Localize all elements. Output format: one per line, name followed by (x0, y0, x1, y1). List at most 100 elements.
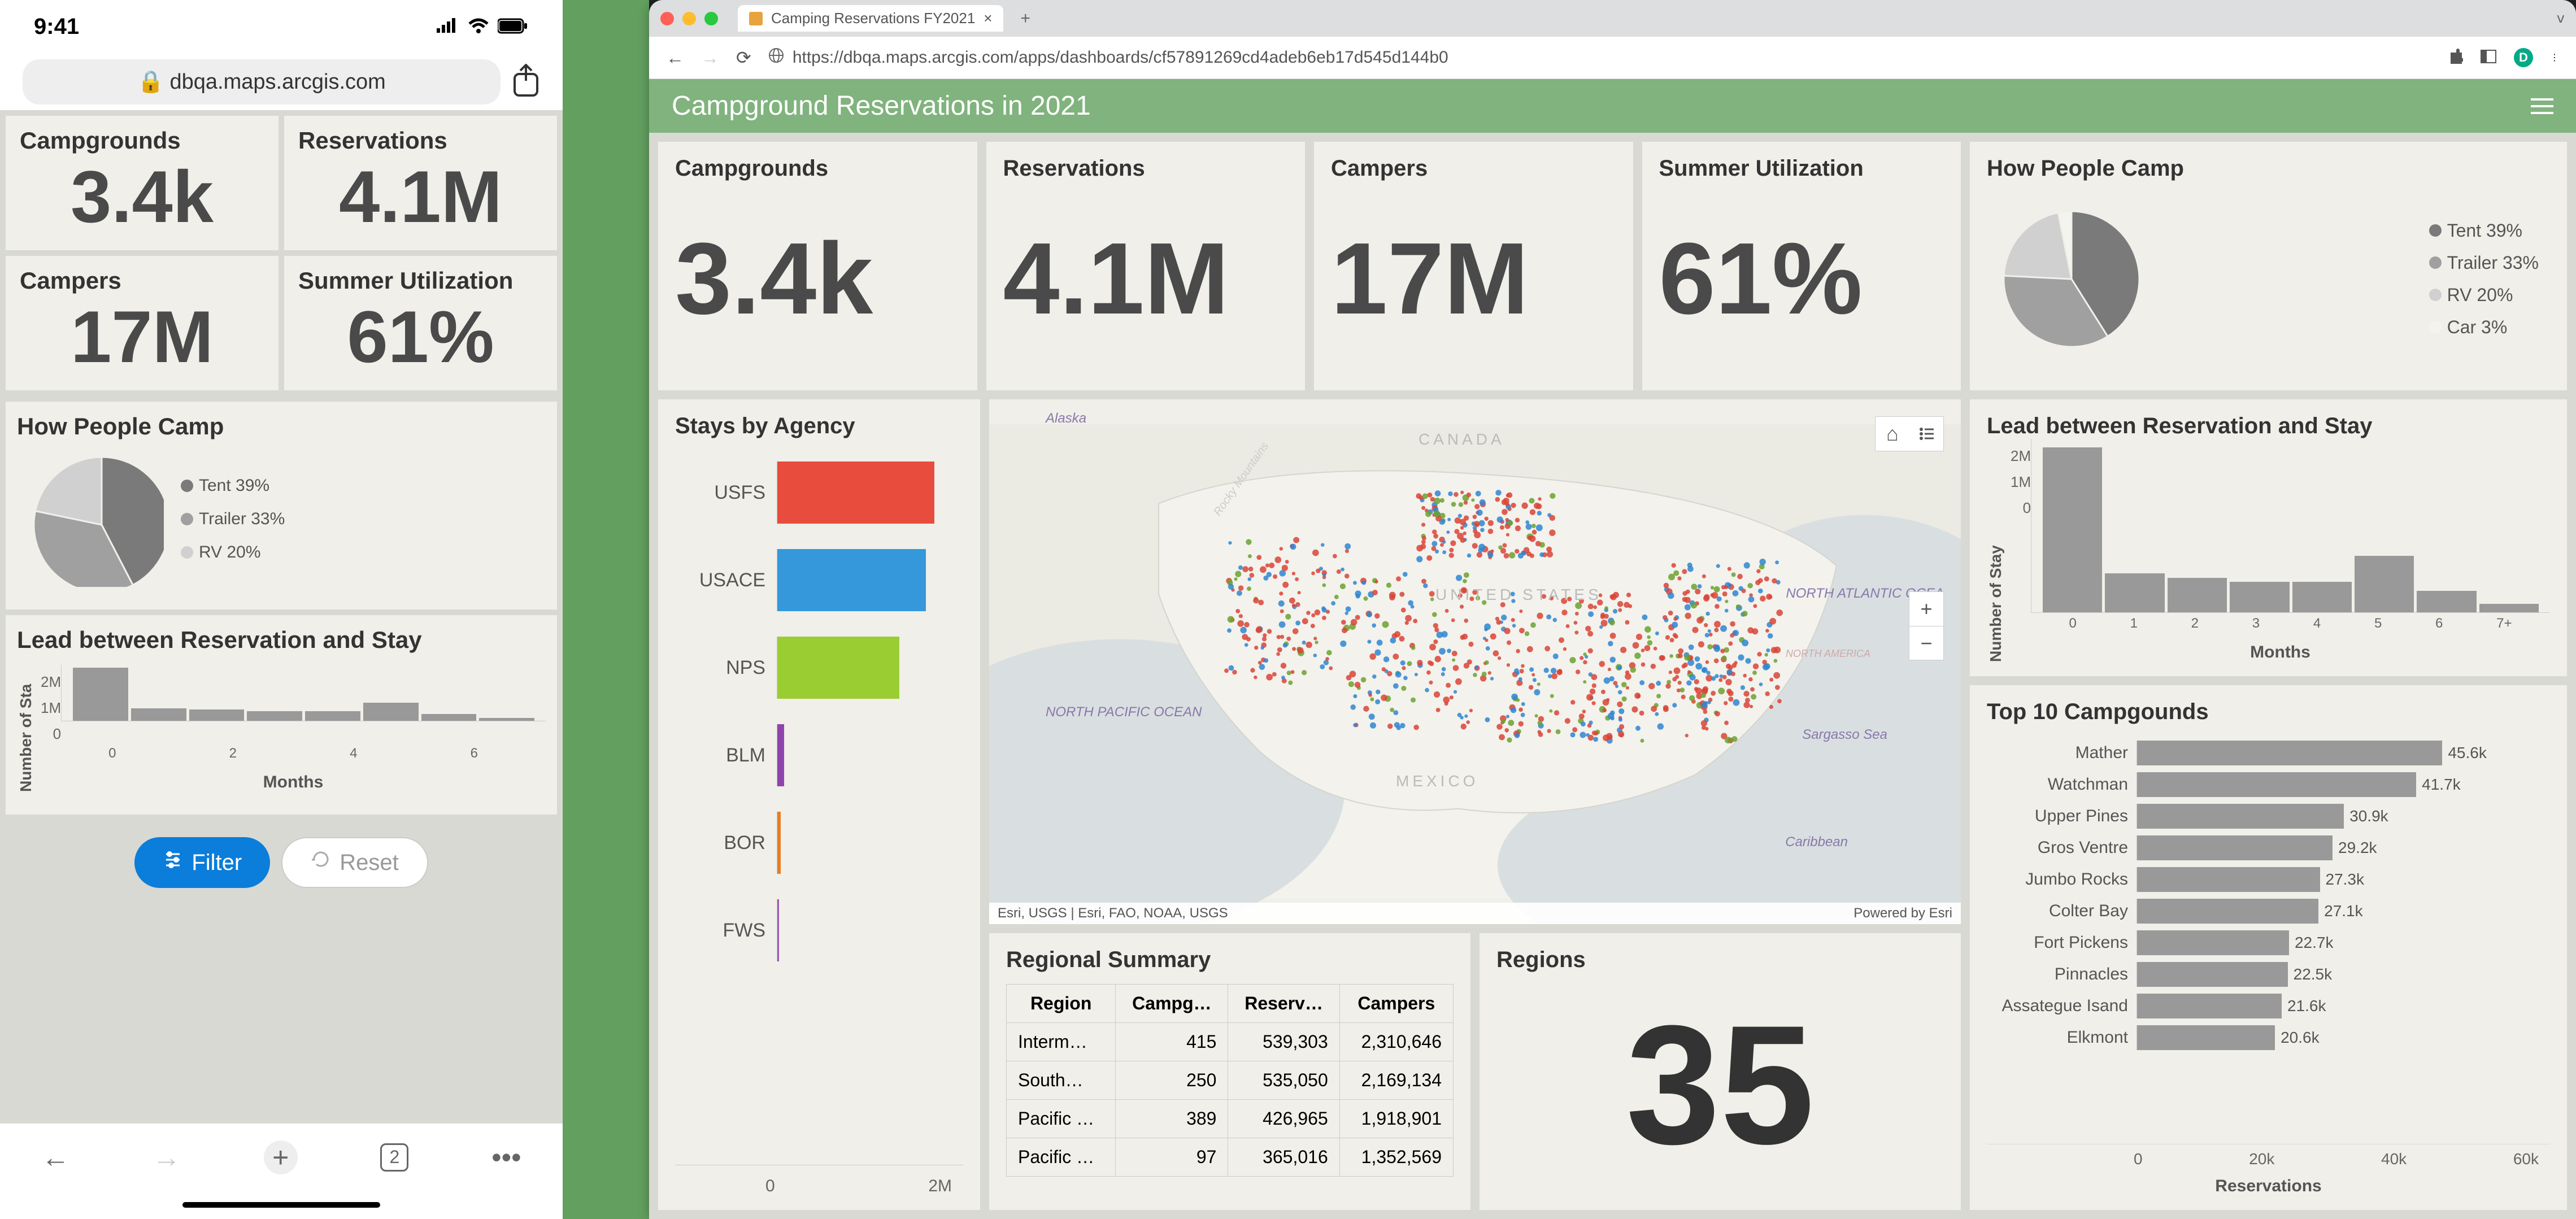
table-row[interactable]: South…250535,0502,169,134 (1007, 1061, 1454, 1100)
side-panel-icon[interactable] (2480, 48, 2497, 68)
card-title: Campgrounds (675, 156, 960, 181)
agency-bar-row: BOR (686, 812, 952, 874)
lead-xaxis: 01234567+ (2031, 613, 2550, 634)
browser-tab-strip: Camping Reservations FY2021 × + ⅴ (649, 0, 2576, 37)
map-label-usa: UNITED STATES (1435, 586, 1602, 604)
mobile-url-field[interactable]: 🔒 dbqa.maps.arcgis.com (23, 59, 501, 105)
map-legend-icon[interactable] (1909, 417, 1943, 451)
zoom-in-icon[interactable]: + (1909, 592, 1943, 626)
top10-bar-row: Assategue Isand21.6k (1987, 992, 2539, 1020)
tab-close-icon[interactable]: × (984, 10, 992, 27)
top10-bar-row: Mather45.6k (1987, 739, 2539, 767)
card-title: Regions (1496, 947, 1944, 973)
browser-address-bar: ← → ⟳ https://dbqa.maps.arcgis.com/apps/… (649, 37, 2576, 79)
back-icon[interactable]: ← (41, 1141, 69, 1174)
agency-bars: USFSUSACENPSBLMBORFWS (675, 439, 963, 1165)
how-people-camp-card: How People Camp Tent 39%Trailer 33%RV 20… (1970, 142, 2567, 390)
top10-bar-row: Elkmont20.6k (1987, 1024, 2539, 1052)
card-title: How People Camp (1987, 156, 2550, 181)
card-value: 17M (20, 294, 264, 379)
summer-util-card: Summer Utilization 61% (1642, 142, 1961, 390)
card-value: 3.4k (20, 154, 264, 239)
agency-bar-row: FWS (686, 899, 952, 961)
mobile-bottom-nav: ← → + 2 ••• (0, 1123, 563, 1191)
reset-icon (311, 850, 331, 876)
new-tab-icon[interactable]: + (264, 1140, 298, 1174)
lead-xlabel: Months (2011, 634, 2550, 662)
card-title: Campers (1331, 156, 1616, 181)
card-title: Campers (20, 267, 264, 294)
regions-card: Regions 35 (1480, 933, 1961, 1210)
metrics-row: Campgrounds 3.4k Reservations 4.1M Campe… (658, 142, 1961, 390)
window-maximize-button[interactable] (704, 12, 718, 25)
tab-favicon (749, 12, 763, 25)
agency-bar-row: USFS (686, 462, 952, 524)
card-title: Regional Summary (1006, 947, 1454, 973)
lead-card: Lead between Reservation and Stay Number… (1970, 399, 2567, 676)
chevron-down-icon[interactable]: ⅴ (2557, 10, 2565, 27)
top10-xaxis: 020k40k60k (1987, 1144, 2550, 1168)
signal-icon (437, 14, 459, 40)
dashboard: Campground Reservations in 2021 Campgrou… (649, 79, 2576, 1219)
mobile-dashboard: Campgrounds 3.4k Reservations 4.1M Campe… (0, 110, 563, 1123)
share-icon[interactable] (512, 64, 540, 101)
card-value: 17M (1331, 181, 1616, 376)
agency-bar-row: BLM (686, 724, 952, 786)
window-close-button[interactable] (660, 12, 674, 25)
globe-icon (768, 47, 784, 68)
battery-icon (498, 14, 529, 40)
card-value: 4.1M (298, 154, 543, 239)
forward-icon[interactable]: → (153, 1141, 181, 1174)
reload-icon[interactable]: ⟳ (736, 47, 751, 68)
table-row[interactable]: Pacific …389426,9651,918,901 (1007, 1100, 1454, 1138)
mobile-lead-card: Lead between Reservation and Stay Number… (6, 615, 557, 815)
tabs-icon[interactable]: 2 (380, 1143, 408, 1172)
card-value: 3.4k (675, 181, 960, 376)
forward-icon[interactable]: → (701, 47, 719, 68)
card-title: Reservations (298, 127, 543, 154)
avatar[interactable]: D (2514, 48, 2533, 67)
legend-item: RV 20% (181, 543, 285, 562)
table-row[interactable]: Pacific …97365,0161,352,569 (1007, 1138, 1454, 1177)
browser-tab[interactable]: Camping Reservations FY2021 × (738, 5, 1003, 32)
top10-bars: Mather45.6kWatchman41.7kUpper Pines30.9k… (1987, 725, 2550, 1144)
card-value: 61% (1659, 181, 1944, 376)
filter-label: Filter (192, 850, 242, 876)
map-card[interactable]: CANADA UNITED STATES MEXICO Alaska NORTH… (989, 399, 1961, 924)
url-field[interactable]: https://dbqa.maps.arcgis.com/apps/dashbo… (768, 47, 2429, 68)
status-time: 9:41 (34, 14, 79, 40)
pie-chart (1998, 206, 2145, 352)
mobile-summer-util-card: Summer Utilization 61% (284, 256, 557, 390)
mobile-lead-xaxis: 0246 (41, 743, 546, 764)
map-attribution: Esri, USGS | Esri, FAO, NOAA, USGS Power… (989, 903, 1961, 924)
new-tab-button[interactable]: + (1020, 9, 1030, 28)
card-title: Summer Utilization (298, 267, 543, 294)
mobile-campers-card: Campers 17M (6, 256, 279, 390)
filter-button[interactable]: Filter (134, 837, 270, 888)
top10-xlabel: Reservations (1987, 1168, 2550, 1196)
mobile-lead-bars (61, 665, 546, 721)
mobile-reservations-card: Reservations 4.1M (284, 116, 557, 250)
status-icons (437, 14, 529, 40)
reset-button[interactable]: Reset (281, 837, 428, 888)
mobile-url-text: dbqa.maps.arcgis.com (170, 70, 386, 94)
lock-icon: 🔒 (137, 69, 164, 94)
map-home-icon[interactable]: ⌂ (1876, 417, 1909, 451)
zoom-out-icon[interactable]: − (1909, 626, 1943, 660)
card-title: How People Camp (17, 413, 546, 440)
mobile-lead-xlabel: Months (41, 764, 546, 792)
extensions-icon[interactable] (2446, 48, 2463, 68)
hamburger-icon[interactable] (2531, 98, 2553, 114)
url-text: https://dbqa.maps.arcgis.com/apps/dashbo… (793, 48, 1448, 67)
kebab-icon[interactable]: ⋮ (2550, 52, 2559, 63)
regional-summary-table[interactable]: RegionCampg…Reserv…Campers Interm…415539… (1006, 984, 1454, 1177)
more-icon[interactable]: ••• (491, 1141, 521, 1174)
desktop-browser-window: Camping Reservations FY2021 × + ⅴ ← → ⟳ … (649, 0, 2576, 1219)
top10-bar-row: Fort Pickens22.7k (1987, 929, 2539, 957)
vertical-divider (563, 0, 649, 1219)
mobile-pie-chart (28, 451, 164, 587)
window-minimize-button[interactable] (682, 12, 696, 25)
mobile-campgrounds-card: Campgrounds 3.4k (6, 116, 279, 250)
table-row[interactable]: Interm…415539,3032,310,646 (1007, 1023, 1454, 1061)
back-icon[interactable]: ← (666, 47, 684, 68)
